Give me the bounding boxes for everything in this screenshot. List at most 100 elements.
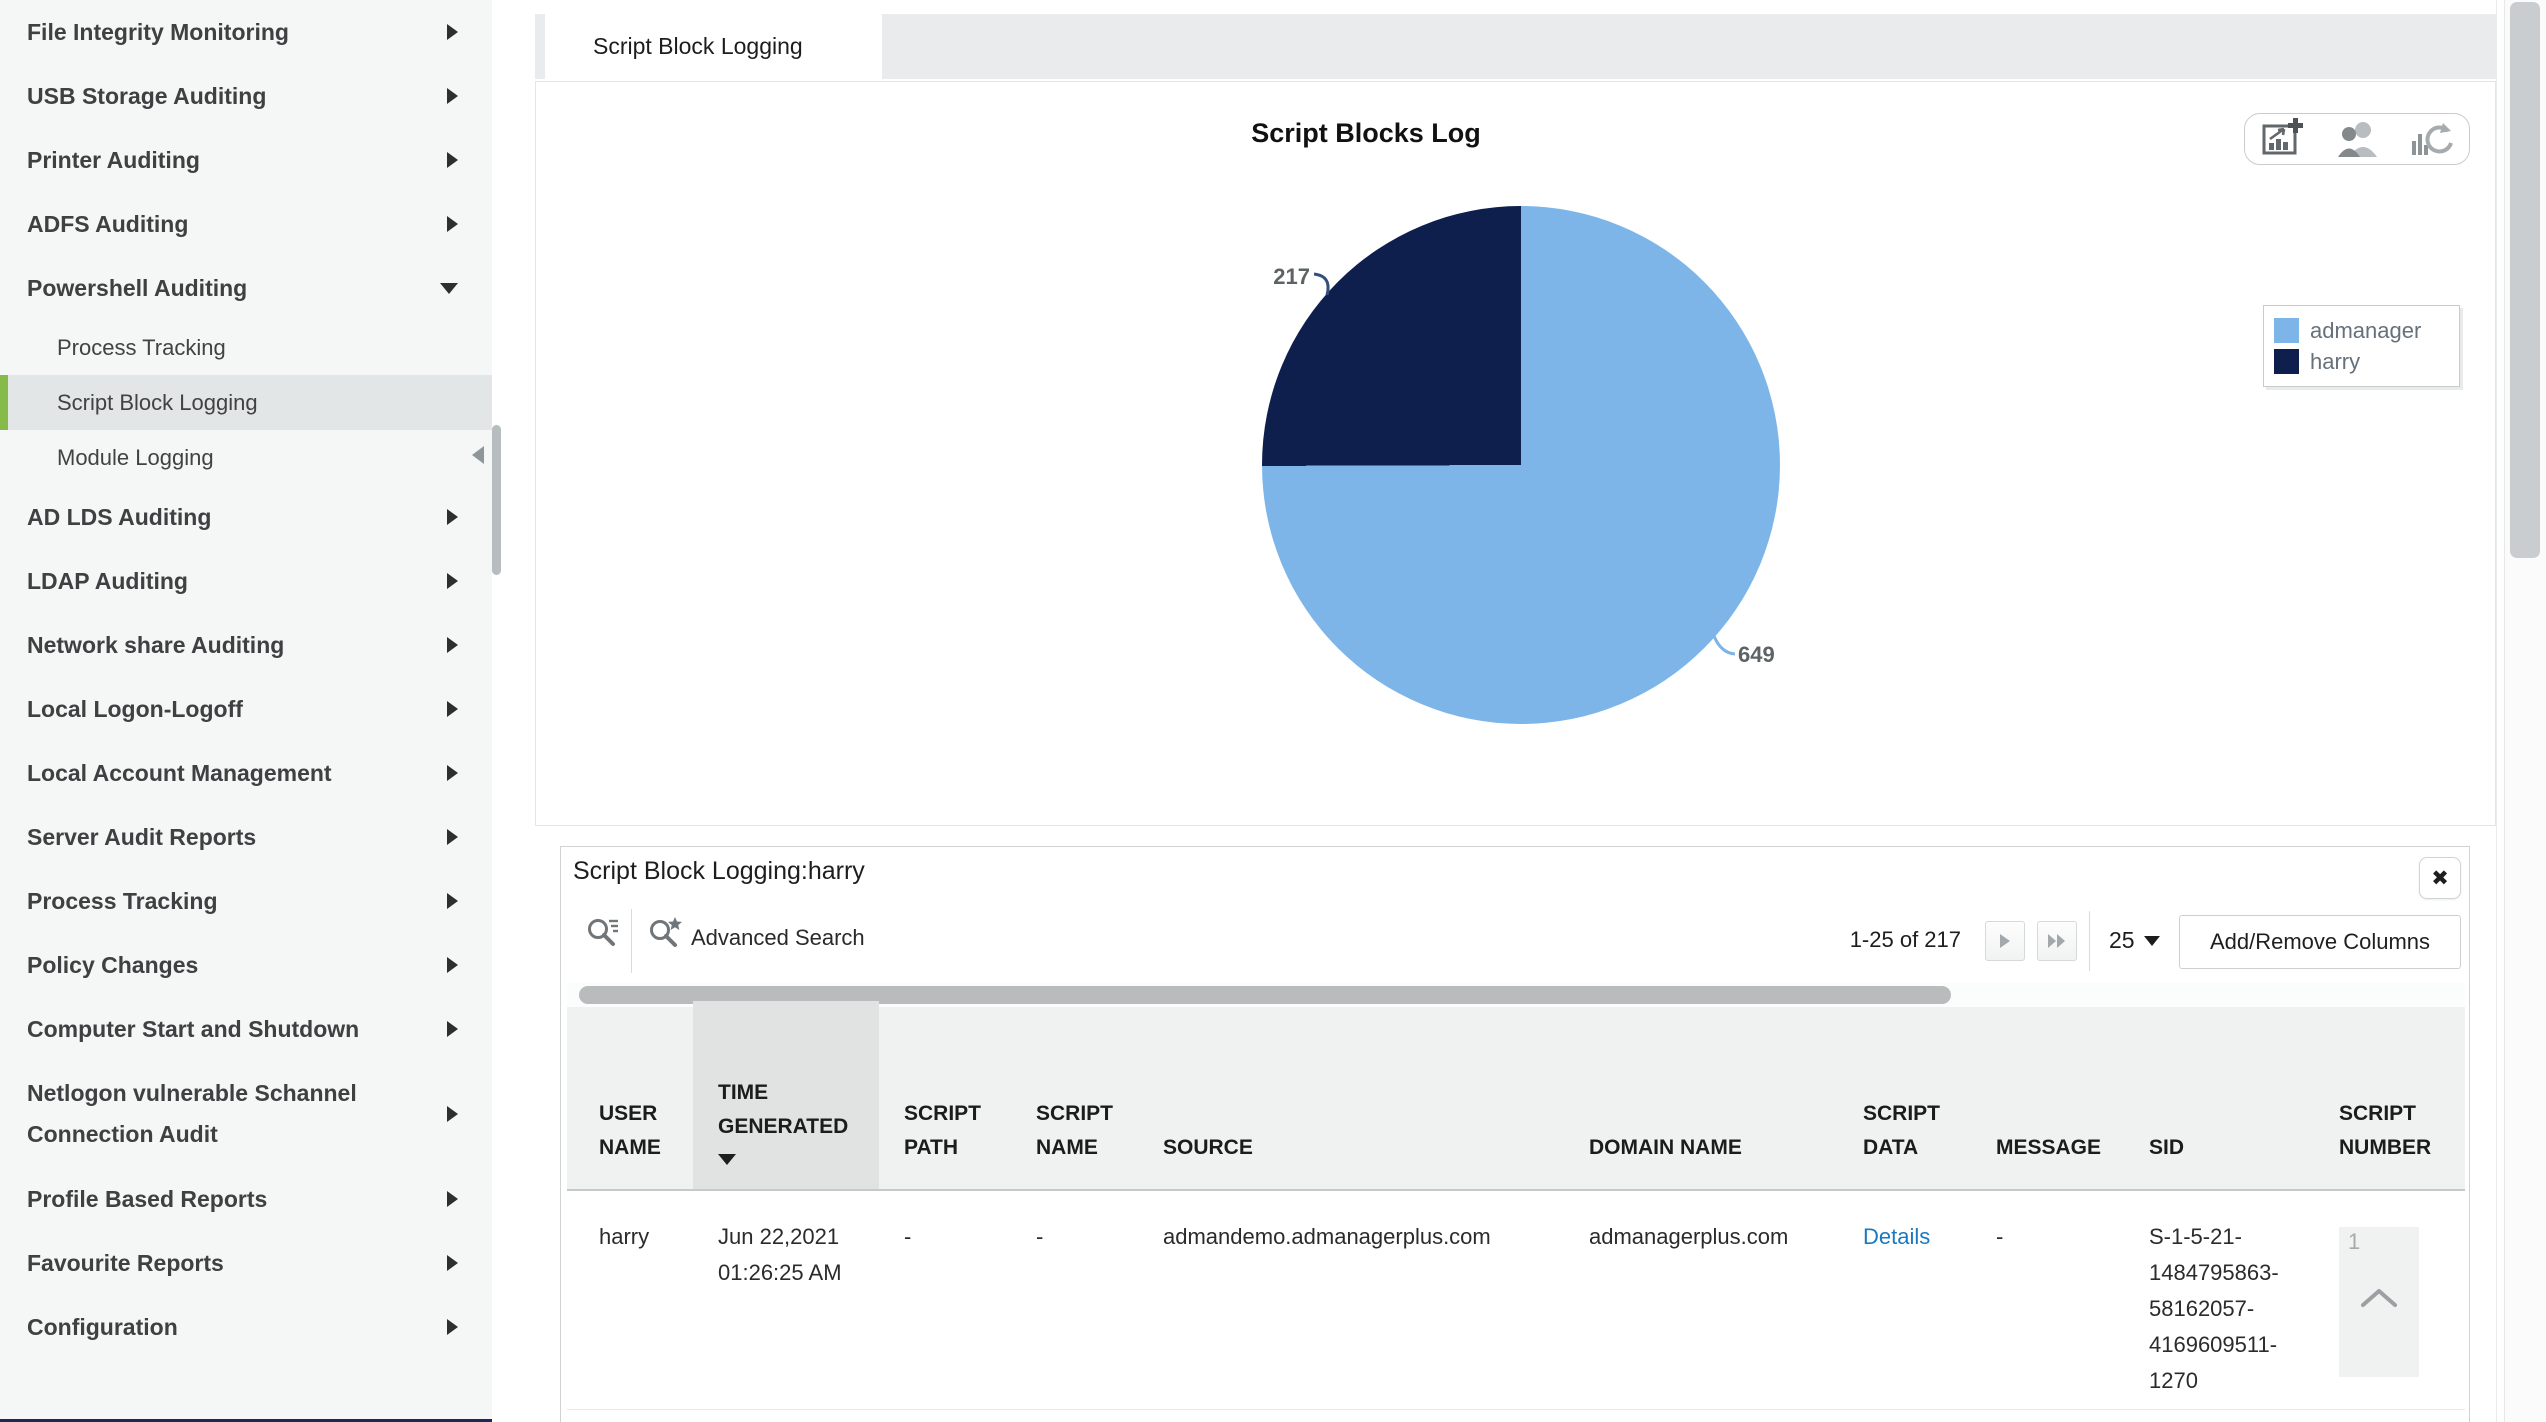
next-page-button[interactable] <box>1985 921 2025 961</box>
chevron-right-icon <box>447 957 458 973</box>
legend-swatch-admanager <box>2274 318 2299 343</box>
page-scrollbar-thumb[interactable] <box>2510 2 2540 558</box>
cell-sid: S-1-5-21-1484795863-58162057-4169609511-… <box>2149 1219 2324 1399</box>
chart-legend: admanager harry <box>2263 305 2460 387</box>
column-header-time-generated[interactable]: TIME GENERATED <box>718 1007 878 1189</box>
sidebar-item-printer-auditing[interactable]: Printer Auditing <box>0 128 492 192</box>
content-right-border <box>2496 0 2497 1422</box>
column-header-script-path[interactable]: SCRIPT PATH <box>904 1007 1014 1189</box>
page-size-dropdown[interactable]: 25 <box>2109 927 2160 954</box>
details-link[interactable]: Details <box>1863 1224 1930 1249</box>
cell-script-path: - <box>904 1219 1014 1255</box>
sidebar-item-ad-lds-auditing[interactable]: AD LDS Auditing <box>0 485 492 549</box>
legend-swatch-harry <box>2274 349 2299 374</box>
sidebar-item-script-block-logging[interactable]: Script Block Logging <box>0 375 492 430</box>
chevron-right-icon <box>447 829 458 845</box>
chevron-right-icon <box>447 893 458 909</box>
sidebar-item-label: Local Account Management <box>27 760 332 787</box>
cell-script-number: 1 <box>2348 1229 2360 1255</box>
tab-script-block-logging[interactable]: Script Block Logging <box>545 13 882 79</box>
chevron-up-icon <box>2359 1287 2399 1309</box>
last-page-button[interactable] <box>2037 921 2077 961</box>
chevron-right-icon <box>447 1255 458 1271</box>
sidebar-item-favourite-reports[interactable]: Favourite Reports <box>0 1231 492 1295</box>
cell-script-data: Details <box>1863 1219 1983 1255</box>
column-header-message[interactable]: MESSAGE <box>1996 1007 2136 1189</box>
toolbar-divider <box>631 909 632 973</box>
sidebar-item-process-tracking[interactable]: Process Tracking <box>0 869 492 933</box>
table-header-border <box>567 1189 2465 1191</box>
chevron-right-icon <box>447 24 458 40</box>
sidebar-item-label: Process Tracking <box>57 335 226 361</box>
close-icon: ✖ <box>2431 866 2449 891</box>
sidebar-item-label: Module Logging <box>57 445 214 471</box>
sidebar-scrollbar-thumb[interactable] <box>492 425 501 575</box>
search-icon[interactable] <box>583 913 623 953</box>
user-based-report-icon[interactable] <box>2331 117 2383 161</box>
sidebar-item-label: Powershell Auditing <box>27 275 247 302</box>
sidebar-item-adfs-auditing[interactable]: ADFS Auditing <box>0 192 492 256</box>
sidebar-item-policy-changes[interactable]: Policy Changes <box>0 933 492 997</box>
refresh-graph-icon[interactable] <box>2406 117 2458 161</box>
sidebar-item-label: ADFS Auditing <box>27 211 188 238</box>
sidebar-item-label: LDAP Auditing <box>27 568 188 595</box>
chevron-right-icon <box>447 88 458 104</box>
column-header-user-name[interactable]: USER NAME <box>599 1007 699 1189</box>
sidebar-item-powershell-auditing[interactable]: Powershell Auditing <box>0 256 492 320</box>
sidebar-item-server-audit-reports[interactable]: Server Audit Reports <box>0 805 492 869</box>
chevron-right-icon <box>447 573 458 589</box>
sidebar-item-computer-start-and-shutdown[interactable]: Computer Start and Shutdown <box>0 997 492 1061</box>
pie-slice-label-harry: 217 <box>1230 264 1310 290</box>
chevron-right-icon <box>447 1106 458 1122</box>
sidebar-item-local-account-management[interactable]: Local Account Management <box>0 741 492 805</box>
column-header-script-name[interactable]: SCRIPT NAME <box>1036 1007 1148 1189</box>
add-report-icon[interactable] <box>2256 117 2308 161</box>
sidebar-item-profile-based-reports[interactable]: Profile Based Reports <box>0 1167 492 1231</box>
sidebar-item-label: Script Block Logging <box>57 390 258 416</box>
cell-user-name: harry <box>599 1219 699 1255</box>
sidebar-item-netlogon-vulnerable-schannel[interactable]: Netlogon vulnerable Schannel Connection … <box>0 1061 492 1167</box>
sidebar-item-label: AD LDS Auditing <box>27 504 211 531</box>
sidebar-collapse-icon[interactable] <box>472 446 484 464</box>
chart-title: Script Blocks Log <box>536 118 2196 149</box>
sidebar-item-label: Local Logon-Logoff <box>27 696 243 723</box>
sidebar-scrollbar-track[interactable] <box>492 0 502 1422</box>
sidebar-item-ldap-auditing[interactable]: LDAP Auditing <box>0 549 492 613</box>
column-header-source[interactable]: SOURCE <box>1163 1007 1563 1189</box>
column-header-domain-name[interactable]: DOMAIN NAME <box>1589 1007 1849 1189</box>
chevron-right-icon <box>447 1191 458 1207</box>
legend-item-admanager[interactable]: admanager <box>2274 315 2459 346</box>
last-page-icon <box>2046 932 2068 950</box>
add-remove-columns-button[interactable]: Add/Remove Columns <box>2179 915 2461 969</box>
next-page-icon <box>1997 932 2013 950</box>
close-button[interactable]: ✖ <box>2419 857 2461 899</box>
chevron-right-icon <box>447 509 458 525</box>
advanced-search-icon[interactable] <box>645 913 685 953</box>
sidebar-item-label: Profile Based Reports <box>27 1186 267 1213</box>
legend-item-harry[interactable]: harry <box>2274 346 2459 377</box>
pie-chart <box>1262 206 1780 724</box>
column-header-sid[interactable]: SID <box>2149 1007 2324 1189</box>
cell-message: - <box>1996 1219 2136 1255</box>
sidebar-item-network-share-auditing[interactable]: Network share Auditing <box>0 613 492 677</box>
chart-toolbar <box>2244 113 2470 165</box>
sidebar-item-label: Printer Auditing <box>27 147 200 174</box>
sidebar-item-label: Favourite Reports <box>27 1250 224 1277</box>
cell-source: admandemo.admanagerplus.com <box>1163 1219 1563 1255</box>
sidebar-item-process-tracking-sub[interactable]: Process Tracking <box>0 320 492 375</box>
chart-panel: Script Blocks Log <box>535 81 2496 826</box>
sidebar-item-module-logging[interactable]: Module Logging <box>0 430 492 485</box>
sidebar-item-label: Configuration <box>27 1314 178 1341</box>
tab-label: Script Block Logging <box>593 33 803 60</box>
sidebar-item-local-logon-logoff[interactable]: Local Logon-Logoff <box>0 677 492 741</box>
toolbar-divider <box>2089 911 2090 971</box>
advanced-search-label[interactable]: Advanced Search <box>691 925 865 951</box>
column-header-script-data[interactable]: SCRIPT DATA <box>1863 1007 1983 1189</box>
sidebar-item-usb-storage-auditing[interactable]: USB Storage Auditing <box>0 64 492 128</box>
sidebar-item-configuration[interactable]: Configuration <box>0 1295 492 1359</box>
sidebar-item-label: USB Storage Auditing <box>27 83 266 110</box>
column-header-script-number[interactable]: SCRIPT NUMBER <box>2339 1007 2474 1189</box>
sidebar-item-label: Policy Changes <box>27 952 198 979</box>
cell-domain-name: admanagerplus.com <box>1589 1219 1849 1255</box>
sidebar-item-file-integrity-monitoring[interactable]: File Integrity Monitoring <box>0 0 492 64</box>
